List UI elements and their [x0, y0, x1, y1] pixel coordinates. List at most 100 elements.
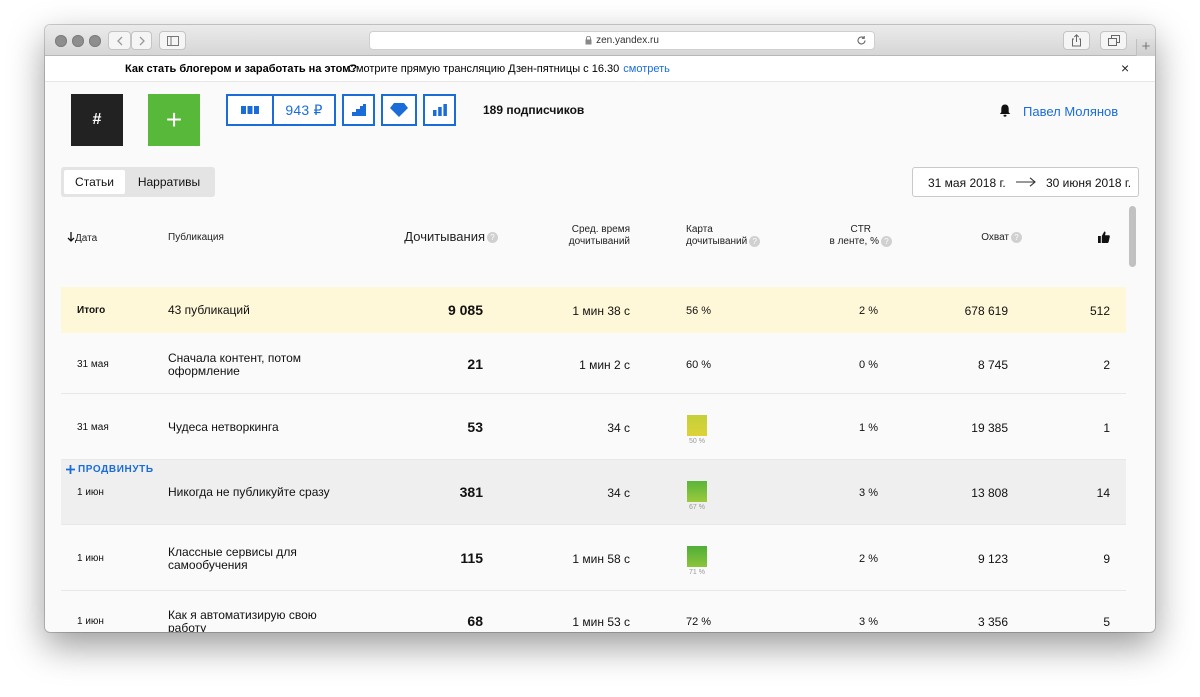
- minimize-window-button[interactable]: [72, 35, 84, 47]
- sidebar-icon: [166, 35, 179, 46]
- help-icon[interactable]: ?: [881, 236, 892, 247]
- row-reach: 9 123: [977, 552, 1008, 566]
- row-likes: 2: [1103, 358, 1110, 372]
- row-title-line2: оформление: [168, 364, 240, 378]
- close-icon[interactable]: ×: [1121, 61, 1129, 75]
- row-map: 72 %: [686, 616, 712, 628]
- scrollbar-thumb[interactable]: [1129, 206, 1136, 267]
- row-title[interactable]: Сначала контент, потом оформление: [168, 352, 301, 378]
- read-map-swatch: [687, 415, 707, 436]
- browser-window: zen.yandex.ru + Как стать блогером и зар…: [45, 25, 1155, 632]
- row-avg-time: 34 с: [607, 486, 630, 500]
- row-reach: 3 356: [977, 615, 1008, 629]
- hash-button[interactable]: #: [71, 94, 123, 146]
- row-likes: 9: [1103, 552, 1110, 566]
- table-row[interactable]: 31 мая Чудеса нетворкинга 53 34 с 50 % 1…: [61, 394, 1126, 460]
- row-title[interactable]: Никогда не публикуйте сразу: [168, 486, 330, 499]
- tab-articles[interactable]: Статьи: [64, 170, 125, 194]
- plus-icon: [66, 465, 75, 474]
- row-map-label: 71 %: [689, 569, 705, 576]
- row-ctr: 1 %: [859, 422, 878, 434]
- row-likes: 1: [1103, 421, 1110, 435]
- row-avg-time: 1 мин 58 с: [572, 552, 630, 566]
- diamond-button[interactable]: [381, 94, 417, 126]
- table-row[interactable]: 1 июн Как я автоматизирую свою работу 68…: [61, 591, 1126, 633]
- balance-value: 943 ₽: [285, 101, 323, 118]
- balance-button[interactable]: 943 ₽: [272, 94, 336, 126]
- promote-label: ПРОДВИНУТЬ: [78, 464, 154, 475]
- new-tab-button[interactable]: +: [1136, 39, 1155, 56]
- help-icon[interactable]: ?: [1011, 232, 1022, 243]
- row-avg-time: 1 мин 53 с: [572, 615, 630, 629]
- column-date[interactable]: Дата: [67, 232, 97, 245]
- url-text: zen.yandex.ru: [596, 35, 659, 46]
- row-avg-time: 34 с: [607, 421, 630, 435]
- announcement-body: Смотрите прямую трансляцию Дзен-пятницы …: [348, 63, 620, 75]
- date-range-picker[interactable]: 31 мая 2018 г. 30 июня 2018 г.: [912, 167, 1139, 197]
- row-map: 60 %: [686, 359, 712, 371]
- promote-button[interactable]: ПРОДВИНУТЬ: [66, 464, 154, 475]
- row-date: 1 июн: [77, 616, 104, 627]
- read-map-swatch: [687, 546, 707, 567]
- date-to: 30 июня 2018 г.: [1046, 176, 1132, 190]
- row-title[interactable]: Чудеса нетворкинга: [168, 421, 279, 434]
- share-button[interactable]: [1063, 31, 1090, 50]
- column-map-line1: Карта: [686, 224, 713, 235]
- total-reach: 678 619: [964, 304, 1008, 318]
- announcement-title: Как стать блогером и заработать на этом?: [125, 63, 358, 75]
- content-type-tabs: Статьи Нарративы: [61, 167, 215, 197]
- address-bar[interactable]: zen.yandex.ru: [369, 31, 875, 50]
- reload-icon[interactable]: [856, 35, 867, 46]
- row-title-line2: работу: [168, 621, 207, 633]
- table-row[interactable]: 1 июн Классные сервисы для самообучения …: [61, 525, 1126, 591]
- row-title[interactable]: Классные сервисы для самообучения: [168, 546, 297, 572]
- add-publication-button[interactable]: +: [148, 94, 200, 146]
- diamond-icon: [390, 103, 408, 117]
- row-reads: 381: [459, 484, 483, 500]
- row-reads: 21: [467, 356, 483, 372]
- help-icon[interactable]: ?: [749, 236, 761, 247]
- back-button[interactable]: [108, 31, 131, 50]
- row-reads: 115: [460, 550, 483, 566]
- announcement-link[interactable]: смотреть: [623, 63, 670, 75]
- row-date: 1 июн: [77, 487, 104, 498]
- tabs-overview-button[interactable]: [1100, 31, 1127, 50]
- row-map-label: 50 %: [689, 438, 705, 445]
- column-likes: [1098, 230, 1110, 248]
- sidebar-button[interactable]: [159, 31, 186, 50]
- like-icon: [1098, 231, 1110, 243]
- column-ctr-line2: в ленте, %: [829, 236, 880, 248]
- read-map-swatch: [687, 481, 707, 502]
- row-title[interactable]: Как я автоматизирую свою работу: [168, 609, 317, 633]
- row-map-label: 67 %: [689, 504, 705, 511]
- total-map: 56 %: [686, 305, 712, 317]
- row-reach: 8 745: [977, 358, 1008, 372]
- tab-narratives[interactable]: Нарративы: [125, 170, 213, 194]
- bar-chart-button[interactable]: [423, 94, 456, 126]
- row-avg-time: 1 мин 2 с: [579, 358, 630, 372]
- stairs-chart-button[interactable]: [342, 94, 375, 126]
- zoom-window-button[interactable]: [89, 35, 101, 47]
- row-ctr: 3 %: [859, 616, 878, 628]
- dashboard-button[interactable]: [226, 94, 274, 126]
- publications-table: Дата Публикация Дочитывания? Сред. время…: [61, 205, 1126, 632]
- row-likes: 5: [1103, 615, 1110, 629]
- scrollbar-track[interactable]: [1126, 205, 1139, 632]
- sort-down-icon: [67, 232, 75, 242]
- table-row[interactable]: ПРОДВИНУТЬ 1 июн Никогда не публикуйте с…: [61, 460, 1126, 525]
- row-reach: 13 808: [971, 486, 1008, 500]
- forward-button[interactable]: [131, 31, 152, 50]
- column-publication: Публикация: [168, 232, 224, 243]
- browser-toolbar: zen.yandex.ru +: [45, 25, 1155, 56]
- column-ctr: CTR в ленте, %?: [829, 224, 892, 248]
- row-ctr: 2 %: [859, 553, 878, 565]
- column-reads[interactable]: Дочитывания?: [404, 230, 498, 244]
- bell-icon[interactable]: [999, 104, 1011, 117]
- row-reach: 19 385: [971, 421, 1008, 435]
- table-row[interactable]: 31 мая Сначала контент, потом оформление…: [61, 333, 1126, 394]
- dashboard-icon: [241, 106, 259, 114]
- close-window-button[interactable]: [55, 35, 67, 47]
- help-icon[interactable]: ?: [487, 232, 498, 244]
- column-avg-time-line1: Сред. время: [571, 224, 630, 235]
- user-name-link[interactable]: Павел Молянов: [1023, 104, 1118, 119]
